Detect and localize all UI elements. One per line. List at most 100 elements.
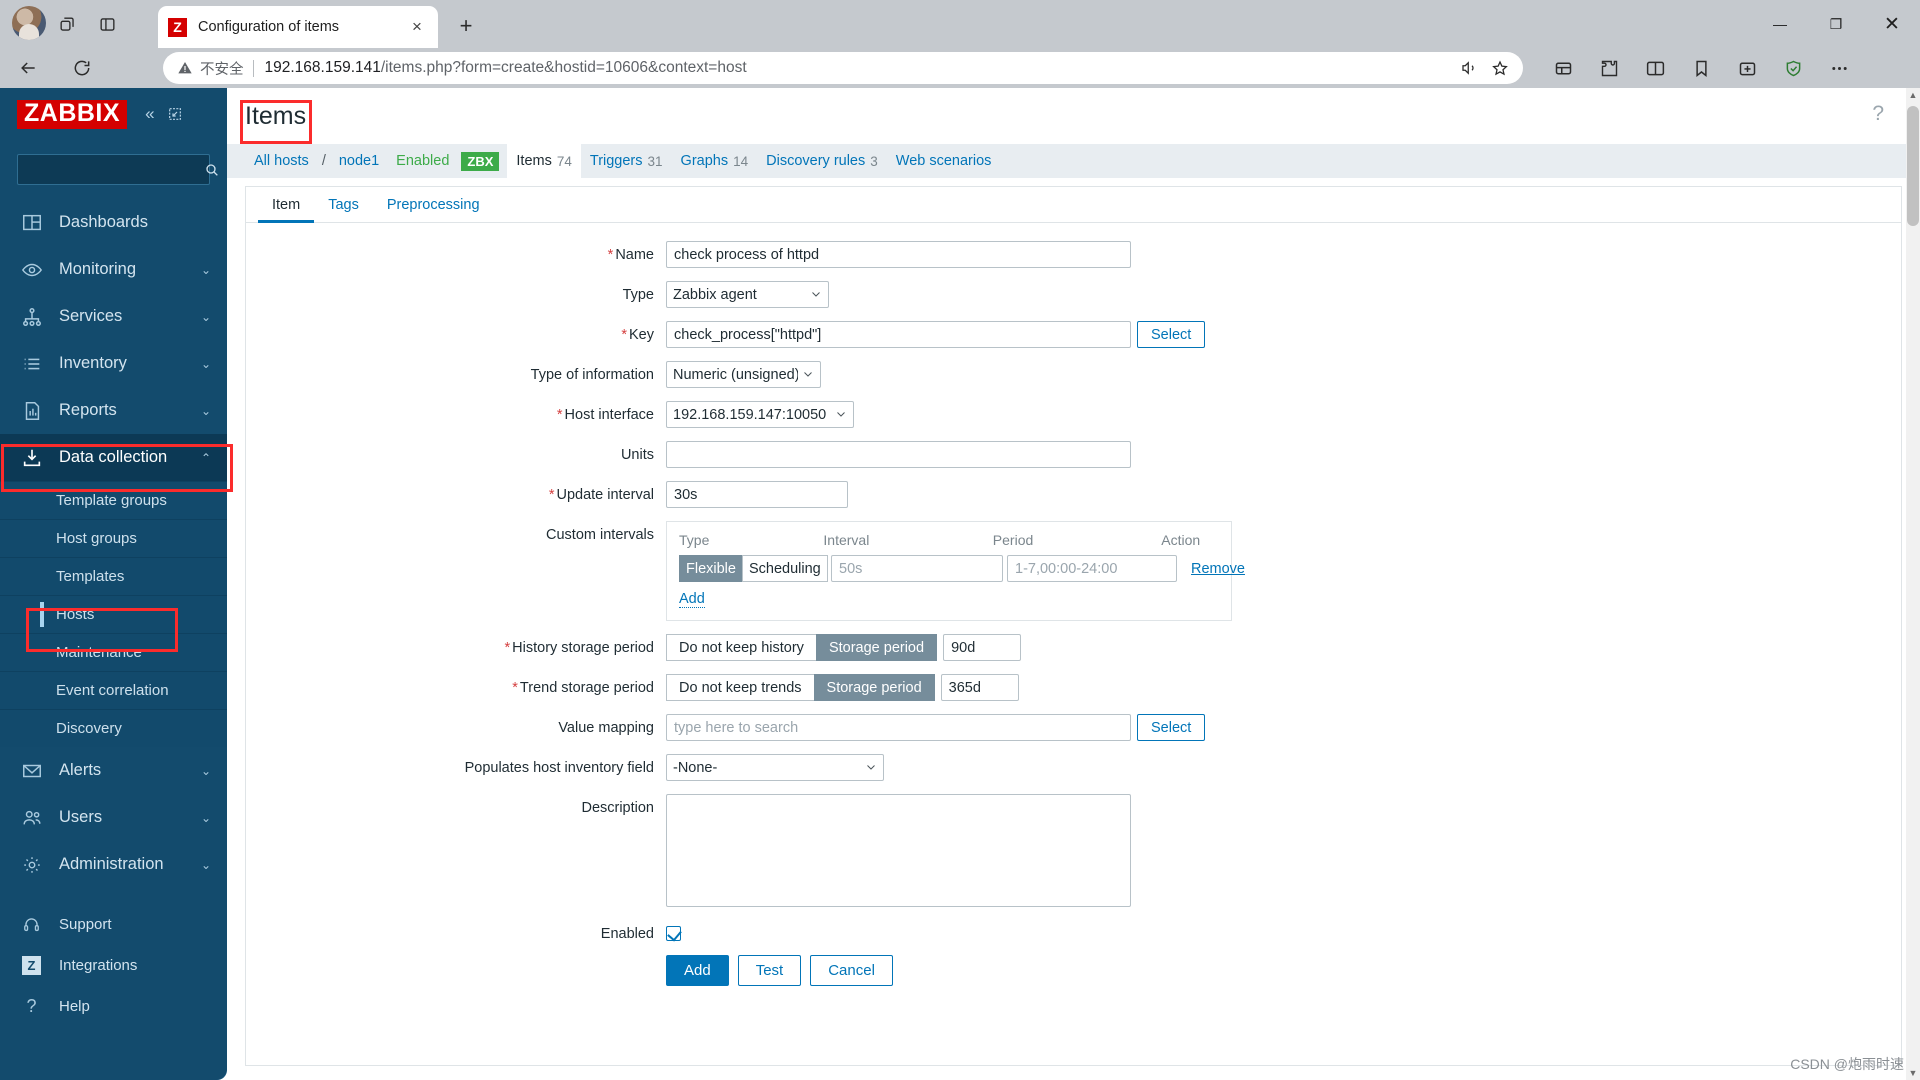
form-tabs: Item Tags Preprocessing [246, 187, 1901, 223]
scroll-up-arrow-icon[interactable]: ▲ [1906, 88, 1920, 102]
breadcrumb-all-hosts[interactable]: All hosts [245, 144, 318, 178]
vertical-scrollbar[interactable]: ▲ ▼ [1906, 88, 1920, 1080]
watermark: CSDN @炮雨时速 [1790, 1056, 1904, 1072]
new-tab-button[interactable]: + [452, 12, 480, 40]
maximize-button[interactable]: ❐ [1808, 0, 1864, 48]
users-icon [19, 805, 44, 830]
sidebar-item-event-correlation[interactable]: Event correlation [0, 671, 227, 709]
interval-type-toggle[interactable]: Flexible Scheduling [679, 555, 828, 582]
extensions-puzzle-icon[interactable] [1586, 52, 1632, 84]
key-input[interactable] [666, 321, 1131, 348]
sidebar-item-help[interactable]: ? Help [0, 986, 227, 1027]
split-pane-icon[interactable] [92, 10, 122, 38]
collapse-sidebar-icon[interactable]: « [145, 104, 154, 124]
enabled-checkbox[interactable] [666, 926, 681, 941]
trend-storage-period-input[interactable] [940, 674, 1019, 701]
sidebar-item-template-groups[interactable]: Template groups [0, 481, 227, 519]
key-select-button[interactable]: Select [1137, 321, 1206, 348]
collections-icon[interactable] [1540, 52, 1586, 84]
breadcrumb-web-scenarios[interactable]: Web scenarios [887, 144, 1001, 178]
tab-tags[interactable]: Tags [314, 187, 373, 222]
add-to-collection-icon[interactable] [1724, 52, 1770, 84]
sidebar-item-reports[interactable]: Reports ⌄ [0, 387, 227, 434]
scroll-down-arrow-icon[interactable]: ▼ [1906, 1066, 1920, 1080]
sidebar-item-hosts[interactable]: Hosts [0, 595, 227, 633]
breadcrumb-graphs[interactable]: Graphs 14 [672, 144, 758, 178]
interval-type-scheduling[interactable]: Scheduling [741, 555, 828, 582]
type-of-information-select[interactable]: Numeric (unsigned) [666, 361, 821, 388]
host-status-label[interactable]: Enabled [388, 144, 461, 178]
history-storage-toggle[interactable]: Do not keep history Storage period [666, 634, 938, 661]
browser-essentials-icon[interactable] [1770, 52, 1816, 84]
update-interval-input[interactable] [666, 481, 848, 508]
breadcrumb-host[interactable]: node1 [330, 144, 388, 178]
back-arrow-icon[interactable] [10, 52, 46, 84]
sidebar-item-users[interactable]: Users ⌄ [0, 794, 227, 841]
cancel-button[interactable]: Cancel [810, 955, 893, 986]
zbx-agent-badge[interactable]: ZBX [461, 151, 500, 171]
test-button[interactable]: Test [737, 955, 802, 986]
sidebar-submenu-data-collection: Template groups Host groups Templates Ho… [0, 481, 227, 747]
close-icon[interactable]: × [406, 16, 428, 38]
sidebar-item-templates[interactable]: Templates [0, 557, 227, 595]
sidebar-item-discovery[interactable]: Discovery [0, 709, 227, 747]
interval-type-flexible[interactable]: Flexible [679, 555, 743, 582]
history-storage-period[interactable]: Storage period [815, 634, 938, 661]
search-icon[interactable] [204, 162, 220, 178]
populates-host-inventory-field-select[interactable]: -None- [666, 754, 884, 781]
window-close-button[interactable]: ✕ [1864, 0, 1920, 48]
trend-storage-toggle[interactable]: Do not keep trends Storage period [666, 674, 935, 701]
sidebar-item-services[interactable]: Services ⌄ [0, 293, 227, 340]
period-value-input[interactable] [1007, 555, 1177, 582]
type-select[interactable]: Zabbix agent [666, 281, 829, 308]
sidebar-item-data-collection[interactable]: Data collection ⌃ [0, 434, 227, 481]
sidebar-item-dashboards[interactable]: Dashboards [0, 199, 227, 246]
breadcrumb-discovery-rules[interactable]: Discovery rules 3 [757, 144, 887, 178]
search-input[interactable] [27, 162, 204, 177]
value-mapping-select-button[interactable]: Select [1137, 714, 1206, 741]
split-screen-icon[interactable] [1632, 52, 1678, 84]
sidebar-item-monitoring[interactable]: Monitoring ⌄ [0, 246, 227, 293]
address-bar[interactable]: 不安全 192.168.159.141/items.php?form=creat… [163, 52, 1523, 84]
history-storage-period-input[interactable] [943, 634, 1022, 661]
settings-more-icon[interactable] [1816, 52, 1862, 84]
favorite-star-icon[interactable] [1491, 59, 1509, 77]
sidebar-search[interactable] [17, 154, 218, 185]
name-input[interactable] [666, 241, 1131, 268]
remove-interval-link[interactable]: Remove [1191, 561, 1245, 577]
sidebar-item-host-groups[interactable]: Host groups [0, 519, 227, 557]
host-interface-select[interactable]: 192.168.159.147:10050 [666, 401, 854, 428]
sidebar-item-administration[interactable]: Administration ⌄ [0, 841, 227, 888]
reload-icon[interactable] [64, 52, 100, 84]
minimize-button[interactable]: — [1752, 0, 1808, 48]
read-aloud-icon[interactable] [1460, 59, 1478, 77]
add-button[interactable]: Add [666, 955, 729, 986]
tab-search-icon[interactable] [52, 10, 82, 38]
sidebar-item-alerts[interactable]: Alerts ⌄ [0, 747, 227, 794]
sidebar-item-integrations[interactable]: Z Integrations [0, 945, 227, 986]
profile-avatar[interactable] [12, 6, 46, 40]
tab-preprocessing[interactable]: Preprocessing [373, 187, 494, 222]
browser-tab[interactable]: Z Configuration of items × [158, 6, 438, 48]
favorites-ribbon-icon[interactable] [1678, 52, 1724, 84]
expand-sidebar-icon[interactable] [167, 106, 183, 122]
sidebar-item-maintenance[interactable]: Maintenance [0, 633, 227, 671]
description-textarea[interactable] [666, 794, 1131, 907]
zabbix-logo[interactable]: ZABBIX [17, 99, 128, 129]
help-icon[interactable]: ? [1872, 102, 1884, 126]
sidebar-item-label: Support [59, 916, 112, 933]
sidebar-nav-bottom: Support Z Integrations ? Help [0, 904, 227, 1027]
sidebar-item-inventory[interactable]: Inventory ⌄ [0, 340, 227, 387]
breadcrumb-items[interactable]: Items 74 [507, 144, 581, 178]
units-input[interactable] [666, 441, 1131, 468]
add-interval-link[interactable]: Add [679, 591, 705, 608]
tab-item[interactable]: Item [258, 187, 315, 223]
sidebar-item-support[interactable]: Support [0, 904, 227, 945]
breadcrumb-triggers[interactable]: Triggers 31 [581, 144, 672, 178]
interval-value-input[interactable] [831, 555, 1003, 582]
value-mapping-input[interactable] [666, 714, 1131, 741]
trend-do-not-keep[interactable]: Do not keep trends [666, 674, 815, 701]
scrollbar-thumb[interactable] [1907, 106, 1919, 226]
history-do-not-keep[interactable]: Do not keep history [666, 634, 817, 661]
trend-storage-period[interactable]: Storage period [813, 674, 935, 701]
